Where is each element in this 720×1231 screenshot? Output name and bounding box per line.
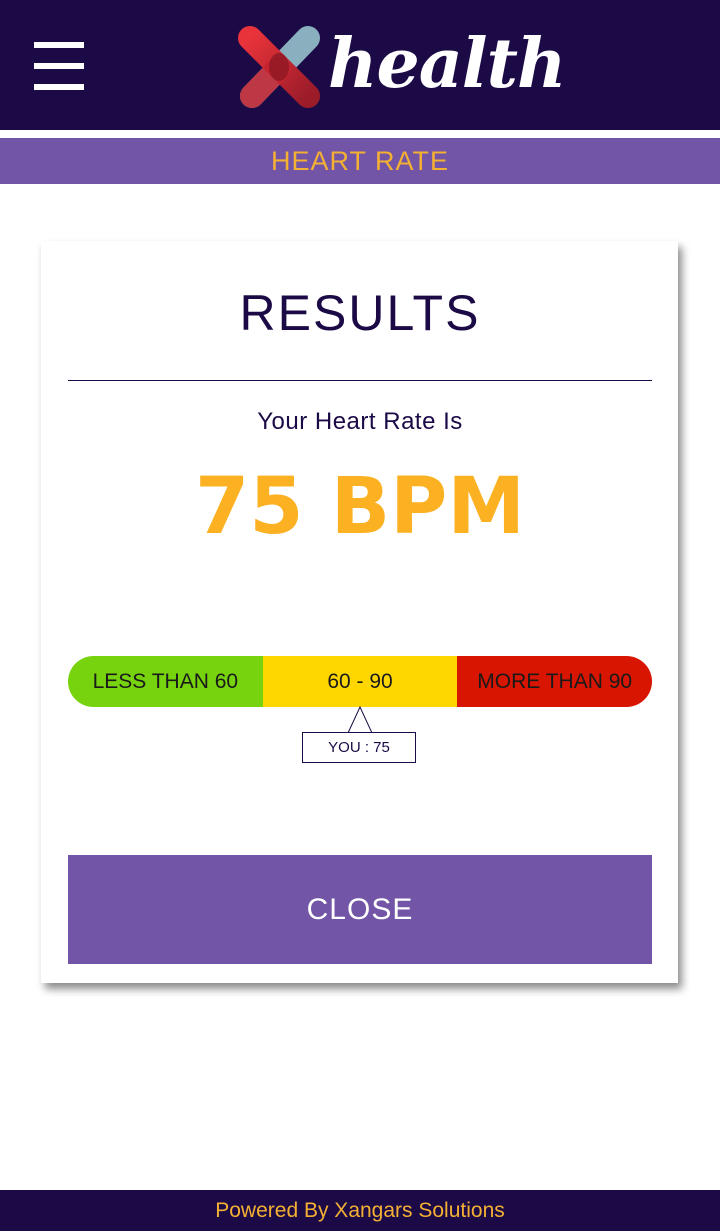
pointer-icon (347, 706, 373, 734)
x-logo-icon (238, 26, 320, 108)
heart-rate-range-bar: LESS THAN 60 60 - 90 MORE THAN 90 (68, 656, 652, 707)
close-button[interactable]: CLOSE (68, 855, 652, 964)
divider (68, 380, 652, 381)
range-high: MORE THAN 90 (457, 656, 652, 707)
hamburger-menu-icon[interactable] (34, 42, 84, 90)
footer: Powered By Xangars Solutions (0, 1190, 720, 1231)
page-title: HEART RATE (0, 138, 720, 184)
logo-text: health (328, 24, 566, 104)
results-title: RESULTS (239, 285, 481, 341)
heart-rate-label: Your Heart Rate Is (257, 408, 463, 435)
range-normal: 60 - 90 (262, 656, 458, 707)
range-low: LESS THAN 60 (68, 656, 263, 707)
you-marker: YOU : 75 (302, 732, 416, 763)
top-bar: health (0, 0, 720, 130)
heart-rate-value: 75 BPM (195, 462, 525, 552)
header-gap (0, 130, 720, 138)
app-logo: health (232, 18, 566, 110)
